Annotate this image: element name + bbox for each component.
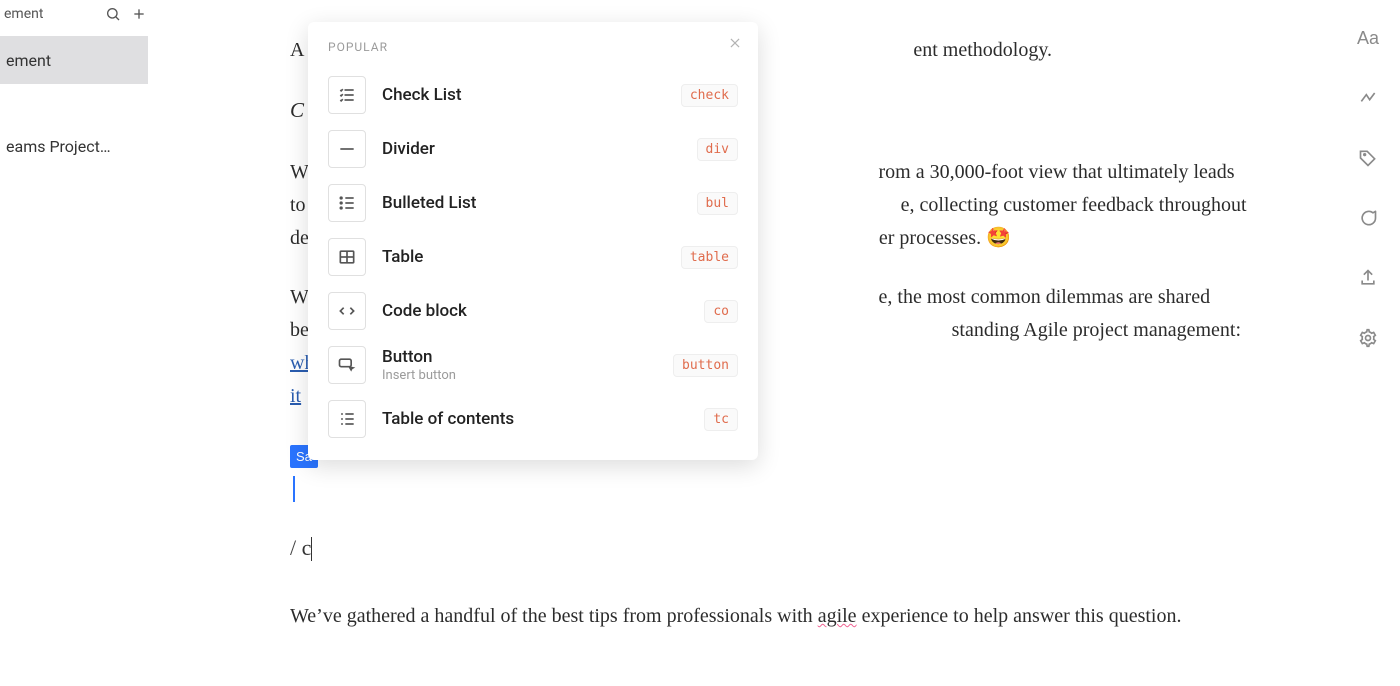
divider-icon — [328, 130, 366, 168]
close-button[interactable] — [724, 32, 746, 54]
text-fragment: We’ve gathered a handful of the best tip… — [290, 605, 818, 627]
slash-typed-text: c — [302, 535, 312, 560]
menu-item-shortcut: check — [681, 84, 738, 107]
menu-item-labels: Table of contents — [382, 409, 688, 429]
sidebar-item-project[interactable]: eams Project… — [0, 122, 148, 170]
tag-icon[interactable] — [1357, 147, 1379, 169]
typography-button[interactable]: Aa — [1357, 28, 1379, 49]
menu-items-container: Check List check Divider div Bulleted List bu… — [318, 68, 748, 446]
menu-item-sublabel: Insert button — [382, 368, 657, 383]
menu-section-label: POPULAR — [318, 38, 748, 68]
menu-item-divider[interactable]: Divider div — [318, 122, 748, 176]
menu-item-label: Button — [382, 347, 657, 367]
menu-item-label: Divider — [382, 139, 681, 159]
text-fragment: standing Agile project management: — [952, 319, 1241, 341]
menu-item-shortcut: div — [697, 138, 738, 161]
text-fragment: A — [290, 39, 303, 61]
text-fragment: experience to help answer this question. — [857, 605, 1182, 627]
text-fragment: W — [290, 161, 309, 183]
menu-item-table-of-contents[interactable]: Table of contents tc — [318, 392, 748, 446]
menu-item-shortcut: tc — [704, 408, 738, 431]
toc-icon — [328, 400, 366, 438]
code-icon — [328, 292, 366, 330]
text-fragment: C — [290, 98, 304, 122]
sidebar-topbar: ement — [0, 0, 148, 28]
slash-command-input[interactable]: / c — [290, 530, 1250, 566]
menu-item-label: Code block — [382, 301, 688, 321]
chat-icon[interactable] — [1357, 207, 1379, 229]
settings-icon[interactable] — [1357, 327, 1379, 349]
spellcheck-word: agile — [818, 605, 857, 627]
text-fragment: W — [290, 286, 309, 308]
right-actions-rail: Aa — [1350, 28, 1386, 349]
text-fragment: ent methodology. — [913, 39, 1052, 61]
share-icon[interactable] — [1357, 267, 1379, 289]
menu-item-label: Table — [382, 247, 665, 267]
search-icon[interactable] — [104, 5, 122, 23]
text-fragment: er processes. — [879, 227, 986, 249]
add-icon[interactable] — [130, 5, 148, 23]
sidebar-current-title: ement — [4, 6, 96, 22]
menu-item-labels: Check List — [382, 85, 665, 105]
menu-item-shortcut: bul — [697, 192, 738, 215]
menu-item-labels: Table — [382, 247, 665, 267]
sidebar-item-label: eams Project… — [6, 137, 111, 156]
menu-item-label: Table of contents — [382, 409, 688, 429]
sidebar-item-selected[interactable]: ement — [0, 36, 148, 84]
left-sidebar: ement ement eams Project… — [0, 0, 148, 170]
slash-command-menu: POPULAR Check List check Divider div Bullete… — [308, 22, 758, 460]
table-icon — [328, 238, 366, 276]
star-eyes-emoji: 🤩 — [986, 227, 1011, 249]
menu-item-table[interactable]: Table table — [318, 230, 748, 284]
menu-item-code-block[interactable]: Code block co — [318, 284, 748, 338]
menu-item-check-list[interactable]: Check List check — [318, 68, 748, 122]
bulleted-icon — [328, 184, 366, 222]
menu-item-labels: Divider — [382, 139, 681, 159]
menu-item-shortcut: button — [673, 354, 738, 377]
menu-item-shortcut: co — [704, 300, 738, 323]
menu-item-button[interactable]: ButtonInsert button button — [318, 338, 748, 392]
zigzag-icon[interactable] — [1357, 87, 1379, 109]
menu-item-labels: Bulleted List — [382, 193, 681, 213]
text-caret — [293, 476, 1250, 502]
menu-item-labels: Code block — [382, 301, 688, 321]
sidebar-item-label: ement — [6, 51, 51, 70]
paragraph[interactable]: We’ve gathered a handful of the best tip… — [290, 600, 1250, 633]
menu-item-label: Check List — [382, 85, 665, 105]
link-agile-continued[interactable]: it — [290, 385, 301, 407]
menu-item-labels: ButtonInsert button — [382, 347, 657, 383]
menu-item-bulleted-list[interactable]: Bulleted List bul — [318, 176, 748, 230]
checklist-icon — [328, 76, 366, 114]
button-icon — [328, 346, 366, 384]
menu-item-label: Bulleted List — [382, 193, 681, 213]
menu-item-shortcut: table — [681, 246, 738, 269]
